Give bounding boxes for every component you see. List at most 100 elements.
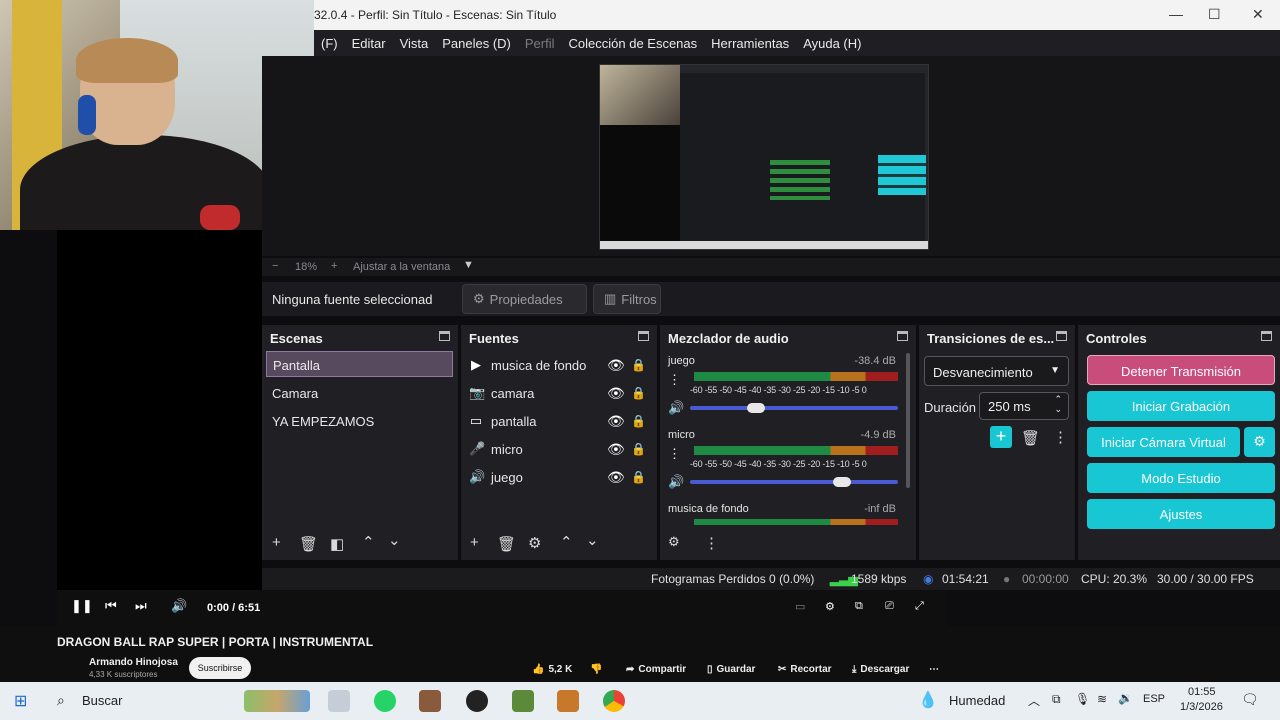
lock-icon[interactable]: 🔒: [631, 414, 646, 428]
like-button[interactable]: 👍 5,2 K: [532, 658, 572, 680]
fit-window-button[interactable]: Ajustar a la ventana: [353, 261, 450, 273]
eye-icon[interactable]: 👁: [607, 441, 625, 458]
source-gear-icon[interactable]: ⚙: [528, 534, 541, 552]
source-item-camara[interactable]: 📷 camara 👁 🔒: [469, 381, 649, 405]
notification-icon[interactable]: 🗨: [1241, 691, 1259, 708]
next-icon[interactable]: ⏭: [135, 598, 147, 614]
close-icon[interactable]: ✕: [1252, 6, 1264, 23]
scene-filter-icon[interactable]: ◧: [330, 535, 344, 553]
dock-float-icon[interactable]: [1261, 331, 1272, 341]
speaker-tray-icon[interactable]: 🔉: [1118, 691, 1133, 705]
lock-icon[interactable]: 🔒: [631, 386, 646, 400]
more-button[interactable]: ⋯: [929, 658, 939, 680]
pause-icon[interactable]: ❚❚: [71, 598, 93, 614]
source-item-juego[interactable]: 🔊 juego 👁 🔒: [469, 465, 649, 489]
maximize-icon[interactable]: ☐: [1208, 6, 1221, 23]
stop-streaming-button[interactable]: Detener Transmisión: [1087, 355, 1275, 385]
scene-item-camara[interactable]: Camara: [266, 380, 453, 406]
menu-tools[interactable]: Herramientas: [704, 36, 796, 51]
minimize-icon[interactable]: —: [1169, 6, 1183, 22]
volume-fader[interactable]: [690, 406, 898, 410]
menu-docks[interactable]: Paneles (D): [435, 36, 518, 51]
save-button[interactable]: ▯ Guardar: [707, 658, 755, 680]
start-virtual-camera-button[interactable]: Iniciar Cámara Virtual: [1087, 427, 1240, 457]
fader-knob[interactable]: [747, 403, 765, 413]
eye-icon[interactable]: 👁: [607, 385, 625, 402]
volume-icon[interactable]: 🔊: [171, 598, 187, 614]
delete-transition-icon[interactable]: 🗑: [1021, 429, 1040, 447]
move-down-icon[interactable]: ⌄: [586, 531, 599, 549]
eye-icon[interactable]: 👁: [607, 469, 625, 486]
minecraft-icon[interactable]: [512, 690, 534, 712]
delete-source-icon[interactable]: 🗑: [497, 535, 516, 553]
source-item-musica-de-fondo[interactable]: ▶ musica de fondo 👁 🔒: [469, 353, 649, 377]
previous-icon[interactable]: ⏮: [105, 598, 117, 614]
taskbar-search[interactable]: Buscar: [82, 693, 122, 708]
duration-input[interactable]: 250 ms ⌃ ⌄: [979, 392, 1069, 420]
channel-menu-icon[interactable]: ⋮: [668, 446, 681, 462]
weather-icon[interactable]: 💧: [918, 690, 938, 710]
share-button[interactable]: ➦ Compartir: [626, 658, 686, 680]
chrome-icon[interactable]: [603, 690, 625, 712]
mute-speaker-icon[interactable]: 🔊: [668, 400, 684, 416]
subtitles-icon[interactable]: ▭: [795, 600, 805, 613]
move-up-icon[interactable]: ⌃: [560, 533, 573, 551]
fader-knob[interactable]: [832, 477, 851, 487]
add-scene-icon[interactable]: +: [272, 534, 281, 551]
studio-mode-button[interactable]: Modo Estudio: [1087, 463, 1275, 493]
language-indicator[interactable]: ESP: [1143, 693, 1165, 705]
menu-scene-collection[interactable]: Colección de Escenas: [562, 36, 705, 51]
program-preview[interactable]: [599, 64, 929, 250]
transition-select[interactable]: Desvanecimiento ▼: [924, 356, 1069, 386]
clip-button[interactable]: ✂ Recortar: [778, 658, 832, 680]
filters-button[interactable]: ▥ Filtros: [593, 284, 661, 314]
virtual-camera-settings-icon[interactable]: ⚙: [1244, 427, 1275, 457]
eye-icon[interactable]: 👁: [607, 413, 625, 430]
mixer-menu-icon[interactable]: ⋮: [704, 534, 719, 552]
mute-speaker-icon[interactable]: 🔊: [668, 474, 684, 490]
spin-down-icon[interactable]: ⌄: [1054, 404, 1062, 415]
dock-float-icon[interactable]: [439, 331, 450, 341]
zoom-in-button[interactable]: +: [331, 260, 337, 272]
youtube-video[interactable]: [57, 230, 262, 590]
dock-float-icon[interactable]: [897, 331, 908, 341]
menu-file[interactable]: (F): [314, 36, 345, 51]
mixer-scrollbar[interactable]: [906, 353, 910, 488]
download-button[interactable]: ⤓ Descargar: [852, 658, 909, 680]
dock-float-icon[interactable]: [1056, 331, 1067, 341]
mixer-settings-icon[interactable]: ⚙: [668, 534, 680, 550]
settings-gear-icon[interactable]: ⚙: [825, 600, 835, 613]
tray-app-icon[interactable]: ⧉: [1052, 692, 1061, 707]
miniplayer-icon[interactable]: ⧉: [855, 600, 863, 613]
wifi-icon[interactable]: ≋: [1097, 692, 1107, 706]
source-item-micro[interactable]: 🎤 micro 👁 🔒: [469, 437, 649, 461]
app-icon[interactable]: [419, 690, 441, 712]
move-down-icon[interactable]: ⌄: [388, 531, 401, 549]
zoom-out-button[interactable]: −: [272, 260, 278, 272]
menu-help[interactable]: Ayuda (H): [796, 36, 868, 51]
clock-date[interactable]: 1/3/2026: [1180, 701, 1223, 713]
zoom-dropdown-icon[interactable]: ▼: [463, 259, 474, 271]
obs-icon[interactable]: [466, 690, 488, 712]
lock-icon[interactable]: 🔒: [631, 358, 646, 372]
delete-scene-icon[interactable]: 🗑: [299, 535, 318, 553]
eye-icon[interactable]: 👁: [607, 357, 625, 374]
menu-edit[interactable]: Editar: [345, 36, 393, 51]
dislike-button[interactable]: 👎: [590, 658, 602, 680]
channel-name[interactable]: Armando Hinojosa: [89, 657, 178, 668]
properties-button[interactable]: ⚙ Propiedades: [462, 284, 587, 314]
source-item-pantalla[interactable]: ▭ pantalla 👁 🔒: [469, 409, 649, 433]
channel-menu-icon[interactable]: ⋮: [668, 372, 681, 388]
cast-icon[interactable]: ⎚: [885, 600, 894, 613]
lock-icon[interactable]: 🔒: [631, 442, 646, 456]
fullscreen-icon[interactable]: ⤢: [915, 600, 924, 613]
dock-float-icon[interactable]: [638, 331, 649, 341]
weather-label[interactable]: Humedad: [949, 693, 1005, 708]
settings-button[interactable]: Ajustes: [1087, 499, 1275, 529]
search-icon[interactable]: ⌕: [57, 692, 65, 709]
game-icon[interactable]: [557, 690, 579, 712]
menu-view[interactable]: Vista: [393, 36, 436, 51]
lock-icon[interactable]: 🔒: [631, 470, 646, 484]
add-transition-button[interactable]: +: [990, 426, 1012, 448]
move-up-icon[interactable]: ⌃: [362, 533, 375, 551]
